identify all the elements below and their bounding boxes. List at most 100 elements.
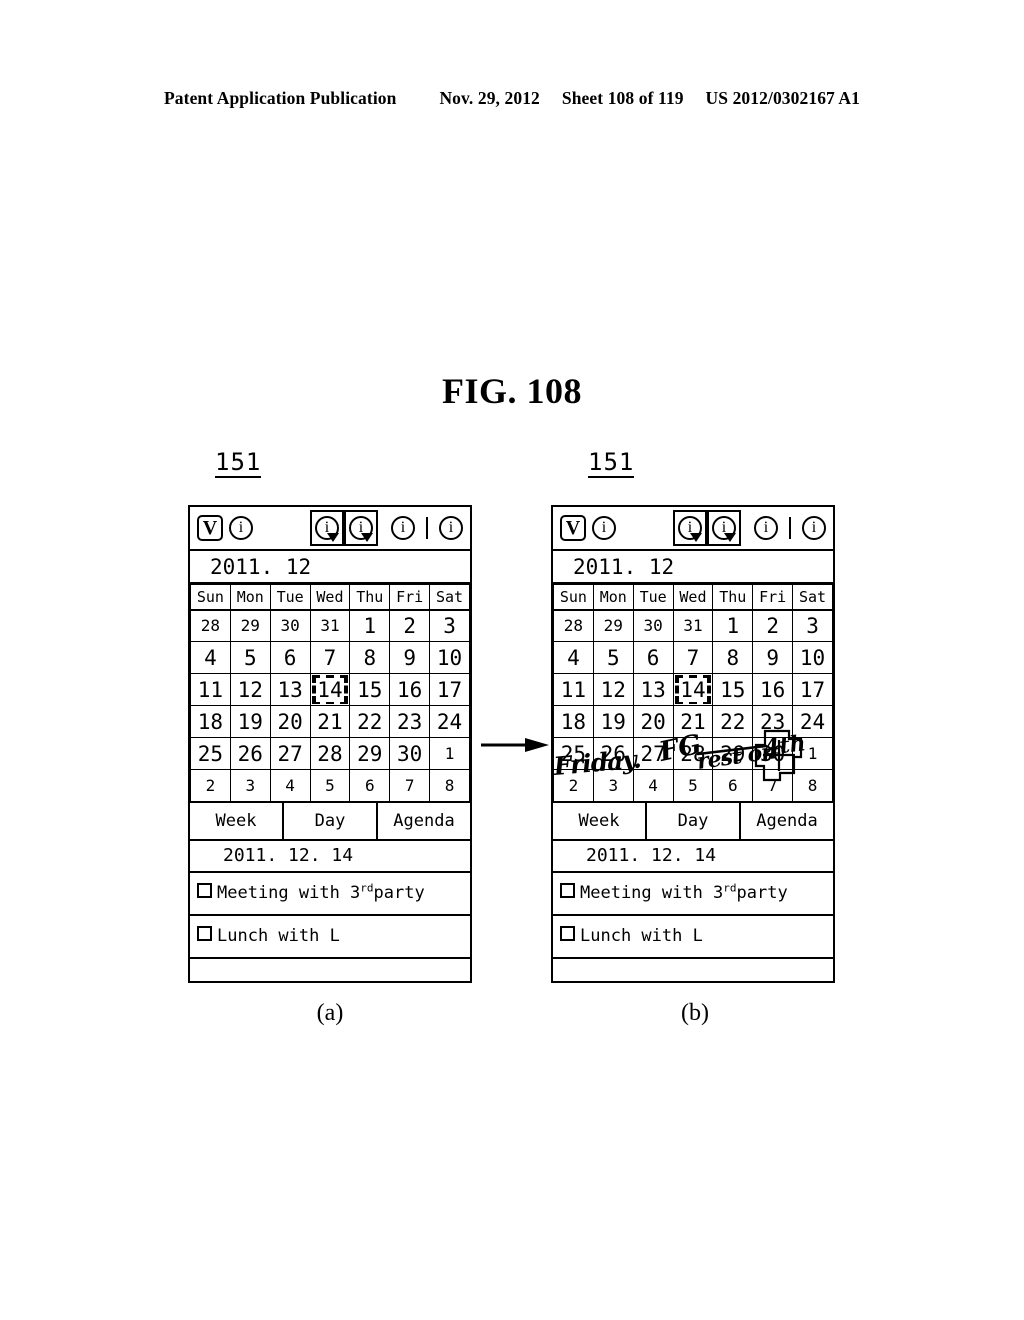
event-row[interactable]: Meeting with 3rdparty bbox=[553, 873, 833, 916]
calendar-day-cell[interactable]: 7 bbox=[752, 769, 794, 803]
tab-day[interactable]: Day bbox=[645, 802, 739, 839]
calendar-day-cell[interactable]: 25 bbox=[553, 737, 594, 770]
dropdown-button-2[interactable]: i bbox=[344, 510, 378, 546]
calendar-day-cell[interactable]: 22 bbox=[712, 705, 754, 738]
calendar-day-cell[interactable]: 2 bbox=[752, 609, 794, 642]
tab-agenda[interactable]: Agenda bbox=[376, 802, 470, 839]
calendar-day-cell[interactable]: 27 bbox=[269, 737, 311, 770]
calendar-day-cell[interactable]: 13 bbox=[632, 673, 674, 706]
calendar-day-cell[interactable]: 6 bbox=[712, 769, 754, 803]
calendar-day-cell[interactable]: 26 bbox=[592, 737, 634, 770]
calendar-day-cell[interactable]: 13 bbox=[269, 673, 311, 706]
calendar-day-cell[interactable]: 21 bbox=[309, 705, 351, 738]
calendar-day-cell[interactable]: 6 bbox=[269, 641, 311, 674]
tab-agenda[interactable]: Agenda bbox=[739, 802, 833, 839]
calendar-day-cell[interactable]: 12 bbox=[592, 673, 634, 706]
circle-i-icon-1[interactable]: i bbox=[592, 516, 616, 540]
calendar-day-cell[interactable]: 1 bbox=[429, 737, 470, 770]
calendar-day-cell[interactable]: 10 bbox=[792, 641, 833, 674]
calendar-day-cell[interactable]: 20 bbox=[269, 705, 311, 738]
calendar-day-cell[interactable]: 28 bbox=[553, 609, 594, 642]
calendar-day-cell[interactable]: 11 bbox=[190, 673, 231, 706]
calendar-day-cell[interactable]: 6 bbox=[349, 769, 391, 803]
calendar-day-cell[interactable]: 31 bbox=[309, 609, 351, 642]
circle-i-icon-3[interactable]: i bbox=[802, 516, 826, 540]
calendar-day-cell[interactable]: 19 bbox=[229, 705, 271, 738]
event-row[interactable]: Lunch with L bbox=[553, 916, 833, 959]
calendar-day-cell[interactable]: 29 bbox=[229, 609, 271, 642]
tab-week[interactable]: Week bbox=[553, 803, 645, 839]
circle-i-icon-3[interactable]: i bbox=[439, 516, 463, 540]
calendar-day-cell[interactable]: 19 bbox=[592, 705, 634, 738]
boxed-v-icon[interactable]: V bbox=[197, 515, 223, 541]
calendar-day-cell[interactable]: 2 bbox=[389, 609, 431, 642]
calendar-day-cell[interactable]: 29 bbox=[592, 609, 634, 642]
calendar-day-cell[interactable]: 8 bbox=[349, 641, 391, 674]
calendar-day-cell[interactable]: 4 bbox=[632, 769, 674, 803]
dropdown-button-1[interactable]: i bbox=[673, 510, 707, 546]
calendar-day-cell[interactable]: 20 bbox=[632, 705, 674, 738]
calendar-day-cell[interactable]: 18 bbox=[190, 705, 231, 738]
calendar-day-cell[interactable]: 29 bbox=[349, 737, 391, 770]
calendar-day-cell[interactable]: 28 bbox=[309, 737, 351, 770]
calendar-day-cell[interactable]: 11 bbox=[553, 673, 594, 706]
calendar-day-cell[interactable]: 12 bbox=[229, 673, 271, 706]
calendar-day-cell[interactable]: 8 bbox=[712, 641, 754, 674]
dropdown-button-1[interactable]: i bbox=[310, 510, 344, 546]
calendar-day-cell[interactable]: 9 bbox=[752, 641, 794, 674]
calendar-day-cell[interactable]: 5 bbox=[309, 769, 351, 803]
calendar-day-cell[interactable]: 29 bbox=[712, 737, 754, 770]
calendar-day-cell[interactable]: 7 bbox=[389, 769, 431, 803]
calendar-day-cell[interactable]: 17 bbox=[429, 673, 470, 706]
calendar-day-cell[interactable]: 9 bbox=[389, 641, 431, 674]
calendar-day-cell[interactable]: 23 bbox=[752, 705, 794, 738]
calendar-day-cell[interactable]: 30 bbox=[632, 609, 674, 642]
calendar-day-cell[interactable]: 4 bbox=[190, 641, 231, 674]
calendar-day-cell[interactable]: 30 bbox=[389, 737, 431, 770]
calendar-day-cell[interactable]: 28 bbox=[672, 737, 714, 770]
calendar-day-cell[interactable]: 7 bbox=[672, 641, 714, 674]
calendar-day-cell[interactable]: 8 bbox=[792, 769, 833, 803]
calendar-day-cell[interactable]: 22 bbox=[349, 705, 391, 738]
calendar-day-cell[interactable]: 6 bbox=[632, 641, 674, 674]
calendar-day-cell[interactable]: 26 bbox=[229, 737, 271, 770]
event-row[interactable]: Lunch with L bbox=[190, 916, 470, 959]
calendar-day-cell[interactable]: 4 bbox=[269, 769, 311, 803]
calendar-day-cell[interactable]: 5 bbox=[672, 769, 714, 803]
calendar-day-cell[interactable]: 4 bbox=[553, 641, 594, 674]
circle-i-icon-2[interactable]: i bbox=[391, 516, 415, 540]
calendar-day-cell[interactable]: 7 bbox=[309, 641, 351, 674]
calendar-day-cell[interactable]: 3 bbox=[229, 769, 271, 803]
event-checkbox[interactable] bbox=[560, 925, 575, 941]
calendar-day-cell[interactable]: 15 bbox=[712, 673, 754, 706]
calendar-day-cell[interactable]: 24 bbox=[429, 705, 470, 738]
calendar-day-cell[interactable]: 25 bbox=[190, 737, 231, 770]
calendar-day-cell[interactable]: 16 bbox=[389, 673, 431, 706]
tab-week[interactable]: Week bbox=[190, 803, 282, 839]
event-row[interactable]: Meeting with 3rdparty bbox=[190, 873, 470, 916]
calendar-day-cell[interactable]: 27 bbox=[632, 737, 674, 770]
calendar-day-cell[interactable]: 3 bbox=[429, 609, 470, 642]
calendar-day-cell[interactable]: 1 bbox=[792, 737, 833, 770]
calendar-day-cell[interactable]: 18 bbox=[553, 705, 594, 738]
calendar-day-cell[interactable]: 2 bbox=[553, 769, 594, 803]
event-checkbox[interactable] bbox=[197, 882, 212, 898]
calendar-day-cell[interactable]: 3 bbox=[592, 769, 634, 803]
boxed-v-icon[interactable]: V bbox=[560, 515, 586, 541]
calendar-day-cell[interactable]: 30 bbox=[269, 609, 311, 642]
event-checkbox[interactable] bbox=[560, 882, 575, 898]
calendar-day-cell-selected[interactable]: 14 bbox=[672, 673, 714, 706]
calendar-day-cell[interactable]: 28 bbox=[190, 609, 231, 642]
calendar-day-cell[interactable]: 15 bbox=[349, 673, 391, 706]
calendar-day-cell[interactable]: 8 bbox=[429, 769, 470, 803]
calendar-day-cell[interactable]: 5 bbox=[592, 641, 634, 674]
event-checkbox[interactable] bbox=[197, 925, 212, 941]
calendar-day-cell[interactable]: 30 bbox=[752, 737, 794, 770]
calendar-day-cell[interactable]: 1 bbox=[349, 609, 391, 642]
calendar-day-cell[interactable]: 5 bbox=[229, 641, 271, 674]
calendar-day-cell[interactable]: 1 bbox=[712, 609, 754, 642]
calendar-day-cell-selected[interactable]: 14 bbox=[309, 673, 351, 706]
dropdown-button-2[interactable]: i bbox=[707, 510, 741, 546]
calendar-day-cell[interactable]: 23 bbox=[389, 705, 431, 738]
tab-day[interactable]: Day bbox=[282, 802, 376, 839]
